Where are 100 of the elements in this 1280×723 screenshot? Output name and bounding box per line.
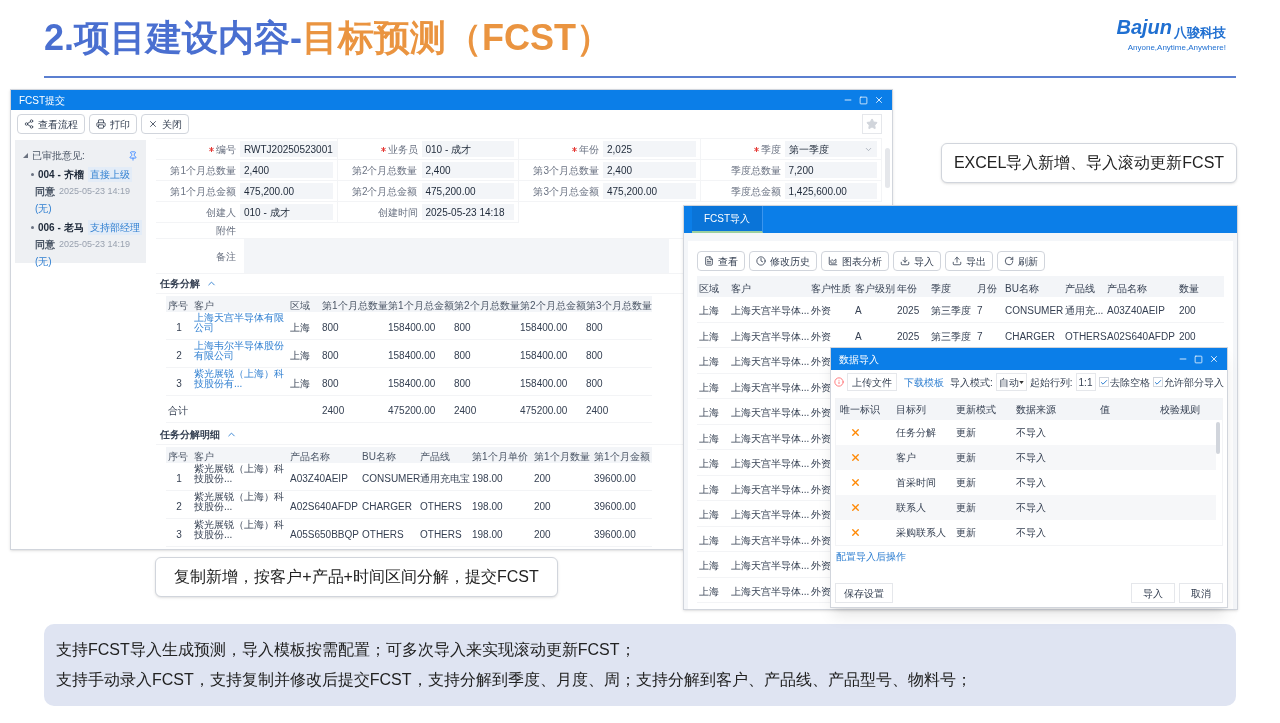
customer-link[interactable]: 上海天宫半导体有限公司 (194, 313, 286, 333)
table-cell-text: 客户 (896, 451, 917, 465)
template-link[interactable]: 下载模板 (904, 374, 944, 390)
field-label: 业务员 (387, 142, 418, 157)
approval-result: 同意 (35, 238, 55, 252)
field-label: 第2个月总数量 (351, 163, 418, 178)
input-field[interactable]: 2,400 (421, 162, 514, 178)
toolbar-button[interactable]: 查看流程 (17, 114, 85, 134)
input-field[interactable]: 010 - 成才 (240, 204, 333, 220)
table-cell: 200 (534, 501, 551, 512)
download-icon (900, 256, 910, 266)
upload-button[interactable]: 上传文件 (847, 373, 897, 391)
checkbox[interactable] (1153, 377, 1163, 387)
toolbar-button[interactable]: 关闭 (141, 114, 189, 134)
table-cell: 上海 (699, 483, 719, 495)
maximize-icon[interactable] (1194, 354, 1203, 364)
input-field[interactable]: 475,200.00 (240, 183, 333, 199)
table-cell: 2400 (322, 406, 345, 416)
column-header: 第1个月总数量 (322, 300, 388, 311)
table-cell: 第三季度 (931, 330, 971, 342)
input-field[interactable]: 1,425,600.00 (784, 183, 877, 199)
toolbar-button[interactable]: 查看 (697, 251, 745, 271)
field-label: 附件 (215, 224, 236, 238)
table-cell-text: 更新 (956, 451, 977, 465)
approval-result: 同意 (35, 185, 55, 199)
input-field[interactable]: 2,400 (240, 162, 333, 178)
table-cell-text: 不导入 (1016, 451, 1047, 465)
table-cell: 7 (977, 330, 983, 342)
column-header: 产品线 (1065, 282, 1095, 294)
toolbar-button[interactable]: 图表分析 (821, 251, 889, 271)
window-title: FCST提交 (19, 93, 66, 108)
field-label: 第3个月总金额 (533, 184, 599, 199)
input-field[interactable]: 2025-05-23 14:18 (421, 204, 514, 220)
table-cell: 198.00 (472, 529, 503, 540)
toolbar-button[interactable]: 打印 (89, 114, 137, 134)
column-header: BU名称 (1005, 282, 1039, 294)
table-cell: 800 (586, 350, 603, 361)
table-cell: A03Z40AEIP (290, 473, 348, 484)
input-field[interactable]: 2,400 (603, 162, 696, 178)
checkbox-label: 允许部分导入 (1164, 375, 1224, 390)
checkbox[interactable] (1099, 377, 1109, 387)
table-cell: 外资 (811, 483, 831, 495)
dialog-button[interactable]: 导入 (1131, 583, 1175, 603)
column-header: 产品名称 (290, 451, 330, 462)
pin-icon[interactable] (128, 150, 138, 161)
customer-link[interactable]: 紫光展锐（上海）科技股份有... (194, 369, 286, 389)
start-field[interactable]: 1:1 (1075, 373, 1096, 391)
column-header: 产品名称 (1107, 282, 1147, 294)
note-text: 支持手动录入FCST，支持复制并修改后提交FCST，支持分解到季度、月度、周；支持分解到客户、产品线、产品型号、物料号； (56, 670, 973, 690)
table-cell: 通用充... (1065, 305, 1104, 317)
input-field[interactable]: RWTJ20250523001 (240, 141, 337, 157)
section-title: 任务分解明细 (160, 428, 220, 442)
toolbar-button[interactable]: 导入 (893, 251, 941, 271)
info-icon (834, 377, 844, 387)
table-cell: 上海 (699, 560, 719, 572)
clock-icon (756, 256, 766, 266)
table-cell: CONSUMER (1005, 305, 1064, 317)
table-cell: 上海天宫半导体... (731, 432, 810, 444)
checkbox-label: 去除空格 (1110, 375, 1150, 390)
table-cell: 800 (586, 322, 603, 333)
slide-title-highlight: 目标预测（FCST） (302, 16, 612, 60)
table-cell: 外资 (811, 330, 831, 342)
table-cell-text: 更新 (956, 501, 977, 515)
table-cell: 158400.00 (388, 378, 436, 389)
input-field[interactable]: 475,200.00 (421, 183, 514, 199)
mode-select[interactable]: 自动 (995, 373, 1027, 391)
toolbar-button[interactable]: 导出 (945, 251, 993, 271)
save-settings-button[interactable]: 保存设置 (835, 583, 893, 603)
scrollbar (1216, 422, 1220, 454)
column-header: 区域 (290, 300, 310, 311)
input-field[interactable]: 7,200 (784, 162, 877, 178)
table-cell: 上海 (290, 378, 310, 389)
refresh-icon (1004, 256, 1014, 266)
input-field[interactable]: 010 - 成才 (421, 141, 514, 157)
input-field[interactable]: 2,025 (603, 141, 696, 157)
select-field[interactable]: 第一季度 (784, 141, 877, 157)
table-cell: 39600.00 (594, 473, 636, 484)
after-import-link[interactable]: 配置导入后操作 (836, 549, 1222, 564)
column-header: 数据来源 (1016, 403, 1057, 417)
column-header: 客户 (731, 282, 751, 294)
table-cell: 200 (534, 529, 551, 540)
scrollbar (885, 148, 890, 188)
tree-toggle-icon[interactable] (23, 153, 28, 158)
table-cell-text: 任务分解 (896, 426, 937, 440)
field-label: 季度 (760, 142, 781, 157)
favorite-button[interactable] (862, 114, 882, 134)
table-cell-text: 不导入 (1016, 501, 1047, 515)
toolbar-button[interactable]: 修改历史 (749, 251, 817, 271)
input-field[interactable]: 475,200.00 (603, 183, 696, 199)
tab[interactable]: FCST导入 (692, 206, 764, 233)
field-label: 第1个月总金额 (170, 184, 236, 199)
customer-link[interactable]: 上海韦尔半导体股份有限公司 (194, 341, 286, 361)
close-icon[interactable] (874, 95, 884, 105)
table-cell-text: 紫光展锐（上海）科技股份... (194, 492, 285, 512)
close-icon[interactable] (1209, 354, 1219, 364)
toolbar-button[interactable]: 刷新 (997, 251, 1045, 271)
dialog-button[interactable]: 取消 (1179, 583, 1223, 603)
column-header: 第1个月数量 (534, 451, 590, 462)
maximize-icon[interactable] (859, 95, 868, 105)
column-header: 客户级别 (855, 282, 895, 294)
